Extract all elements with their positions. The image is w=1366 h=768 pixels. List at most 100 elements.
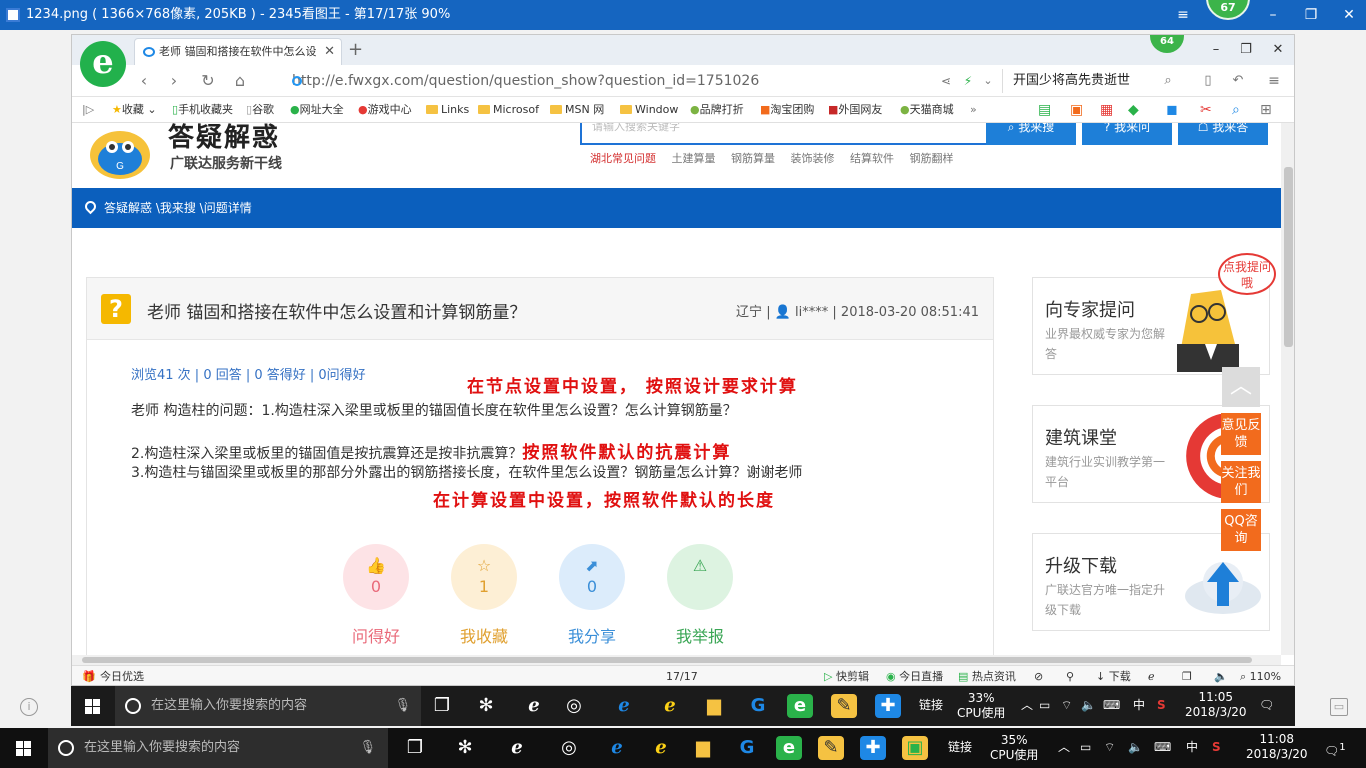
- category-link[interactable]: 钢筋翻样: [910, 152, 954, 165]
- bookmark-favorites[interactable]: ★收藏 ⌄: [112, 97, 157, 122]
- bookmark-foreign[interactable]: ■外国网友: [828, 97, 882, 122]
- viewer-menu-icon[interactable]: ≡: [1172, 4, 1194, 26]
- browser-logo-icon[interactable]: e: [80, 41, 126, 87]
- status-zoom[interactable]: ⌕ 110%: [1240, 666, 1281, 685]
- ie-blue-icon[interactable]: ℯ: [648, 736, 674, 760]
- status-download[interactable]: ↓ 下载: [1096, 666, 1131, 685]
- image-viewer-icon[interactable]: ▣: [902, 736, 928, 760]
- favorite-button[interactable]: ☆ 1: [451, 544, 517, 610]
- start-icon[interactable]: [85, 699, 101, 715]
- tab-active[interactable]: 老师 锚固和搭接在软件中怎么设 ✕: [134, 38, 342, 65]
- browser-close-button[interactable]: ✕: [1268, 39, 1288, 61]
- bookmark-msn[interactable]: MSN 网: [550, 97, 604, 122]
- edge-icon[interactable]: ℯ: [611, 694, 637, 718]
- bookmark-taobao[interactable]: ■淘宝团购: [760, 97, 814, 122]
- tray-keyboard-icon[interactable]: ⌨: [1154, 740, 1171, 755]
- tv-icon[interactable]: ▣: [1070, 97, 1083, 122]
- tray-battery-icon[interactable]: ▭: [1080, 740, 1091, 755]
- browser-minimize-button[interactable]: –: [1206, 39, 1226, 61]
- question-user[interactable]: li****: [795, 305, 828, 320]
- task-view-icon[interactable]: ❐: [402, 736, 428, 760]
- explorer-icon[interactable]: ▆: [701, 694, 727, 718]
- category-link[interactable]: 装饰装修: [791, 152, 835, 165]
- viewer-folder-icon[interactable]: ▭: [1330, 698, 1348, 716]
- like-label[interactable]: 问得好: [336, 623, 416, 647]
- status-clip[interactable]: ▷ 快剪辑: [824, 666, 869, 685]
- answer-button[interactable]: ☖ 我来答: [1178, 123, 1268, 145]
- tray-chevron-icon[interactable]: ︿: [1021, 698, 1033, 713]
- back-to-top-button[interactable]: ︿: [1222, 367, 1260, 407]
- ask-bubble[interactable]: 点我提问哦: [1218, 253, 1276, 295]
- new-tab-button[interactable]: +: [348, 39, 363, 60]
- sidebar-toggle-icon[interactable]: |▷: [82, 97, 94, 122]
- notepad-icon[interactable]: ✎: [831, 694, 857, 718]
- status-window-icon[interactable]: ❐: [1182, 666, 1192, 685]
- bookmark-windows[interactable]: Window: [620, 97, 678, 122]
- menu-icon[interactable]: ≡: [1262, 69, 1286, 93]
- category-link[interactable]: 钢筋算量: [731, 152, 775, 165]
- viewer-minimize-button[interactable]: –: [1262, 4, 1284, 26]
- tray-keyboard-icon[interactable]: ⌨: [1103, 698, 1120, 713]
- category-link[interactable]: 土建算量: [672, 152, 716, 165]
- sogou-icon[interactable]: S: [1157, 698, 1166, 713]
- bookmark-games[interactable]: ●游戏中心: [358, 97, 412, 122]
- search-icon[interactable]: ⌕: [1156, 69, 1180, 93]
- status-live[interactable]: ◉ 今日直播: [886, 666, 943, 685]
- glodon-icon[interactable]: G: [734, 736, 760, 760]
- refresh-icon[interactable]: ↻: [196, 69, 220, 93]
- tools-icon[interactable]: ✂: [1200, 97, 1212, 122]
- status-daily[interactable]: 今日优选: [100, 666, 144, 685]
- undo-icon[interactable]: ↶: [1226, 69, 1250, 93]
- share-button[interactable]: ⬈ 0: [559, 544, 625, 610]
- browser-restore-button[interactable]: ❐: [1236, 39, 1256, 61]
- chrome-icon[interactable]: ◎: [561, 694, 587, 718]
- chrome-icon[interactable]: ◎: [556, 736, 582, 760]
- viewer-restore-button[interactable]: ❐: [1300, 4, 1322, 26]
- search-button[interactable]: ⌕ 我来搜: [986, 123, 1076, 145]
- share-icon[interactable]: ⋖: [934, 69, 958, 93]
- inner-cpu-meter[interactable]: 33% CPU使用: [957, 691, 1005, 721]
- report-label[interactable]: 我举报: [660, 623, 740, 647]
- favorite-label[interactable]: 我收藏: [444, 623, 524, 647]
- browser-2345-icon[interactable]: e: [787, 694, 813, 718]
- browser-2345-icon[interactable]: e: [776, 736, 802, 760]
- viewer-close-button[interactable]: ✕: [1338, 4, 1360, 26]
- ie-icon[interactable]: ℯ: [504, 736, 530, 760]
- tray-volume-icon[interactable]: 🔈: [1128, 740, 1143, 755]
- bookmark-google[interactable]: ▯谷歌: [246, 97, 274, 122]
- ime-indicator[interactable]: 中: [1186, 740, 1198, 755]
- home-icon[interactable]: ⌂: [228, 69, 252, 93]
- tray-wifi-icon[interactable]: ⌔: [1061, 698, 1072, 713]
- bookmark-links[interactable]: Links: [426, 97, 469, 122]
- links-label[interactable]: 链接: [948, 740, 972, 755]
- share-label[interactable]: 我分享: [552, 623, 632, 647]
- taskbar-search[interactable]: 在这里输入你要搜索的内容 🎙: [48, 728, 388, 768]
- qq-consult-button[interactable]: QQ咨询: [1221, 509, 1261, 551]
- status-speed-icon[interactable]: ⊘: [1034, 666, 1043, 685]
- edge-icon[interactable]: ℯ: [604, 736, 630, 760]
- tray-chevron-icon[interactable]: ︿: [1058, 740, 1070, 755]
- inner-links-label[interactable]: 链接: [919, 698, 943, 713]
- feedback-button[interactable]: 意见反馈: [1221, 413, 1261, 455]
- viewer-score-badge[interactable]: 67: [1206, 0, 1250, 20]
- glodon-icon[interactable]: G: [745, 694, 771, 718]
- fan-icon[interactable]: ✻: [473, 694, 499, 718]
- status-ie-icon[interactable]: ℯ: [1148, 666, 1155, 685]
- magnifier-icon[interactable]: ⌕: [1232, 97, 1240, 122]
- discount-icon[interactable]: ▦: [1100, 97, 1113, 122]
- horizontal-scrollbar[interactable]: [72, 655, 1281, 665]
- bookmark-microsoft[interactable]: Microsof: [478, 97, 539, 122]
- inner-notification-icon[interactable]: 🗨: [1259, 698, 1274, 713]
- browser-search-input[interactable]: 开国少将高先贵逝世: [1002, 69, 1182, 93]
- viewer-info-icon[interactable]: i: [20, 698, 38, 716]
- browser-score-badge[interactable]: 64: [1150, 35, 1184, 53]
- task-view-icon[interactable]: ❐: [429, 694, 455, 718]
- sogou-icon[interactable]: S: [1212, 740, 1221, 755]
- vertical-scrollbar[interactable]: [1281, 123, 1294, 655]
- report-button[interactable]: ⚠: [667, 544, 733, 610]
- phone-icon[interactable]: ▯: [1196, 69, 1220, 93]
- cpu-meter[interactable]: 35% CPU使用: [990, 733, 1038, 763]
- status-news[interactable]: ▤ 热点资讯: [958, 666, 1016, 685]
- ie-blue-icon[interactable]: ℯ: [657, 694, 683, 718]
- bookmark-sites[interactable]: ●网址大全: [290, 97, 344, 122]
